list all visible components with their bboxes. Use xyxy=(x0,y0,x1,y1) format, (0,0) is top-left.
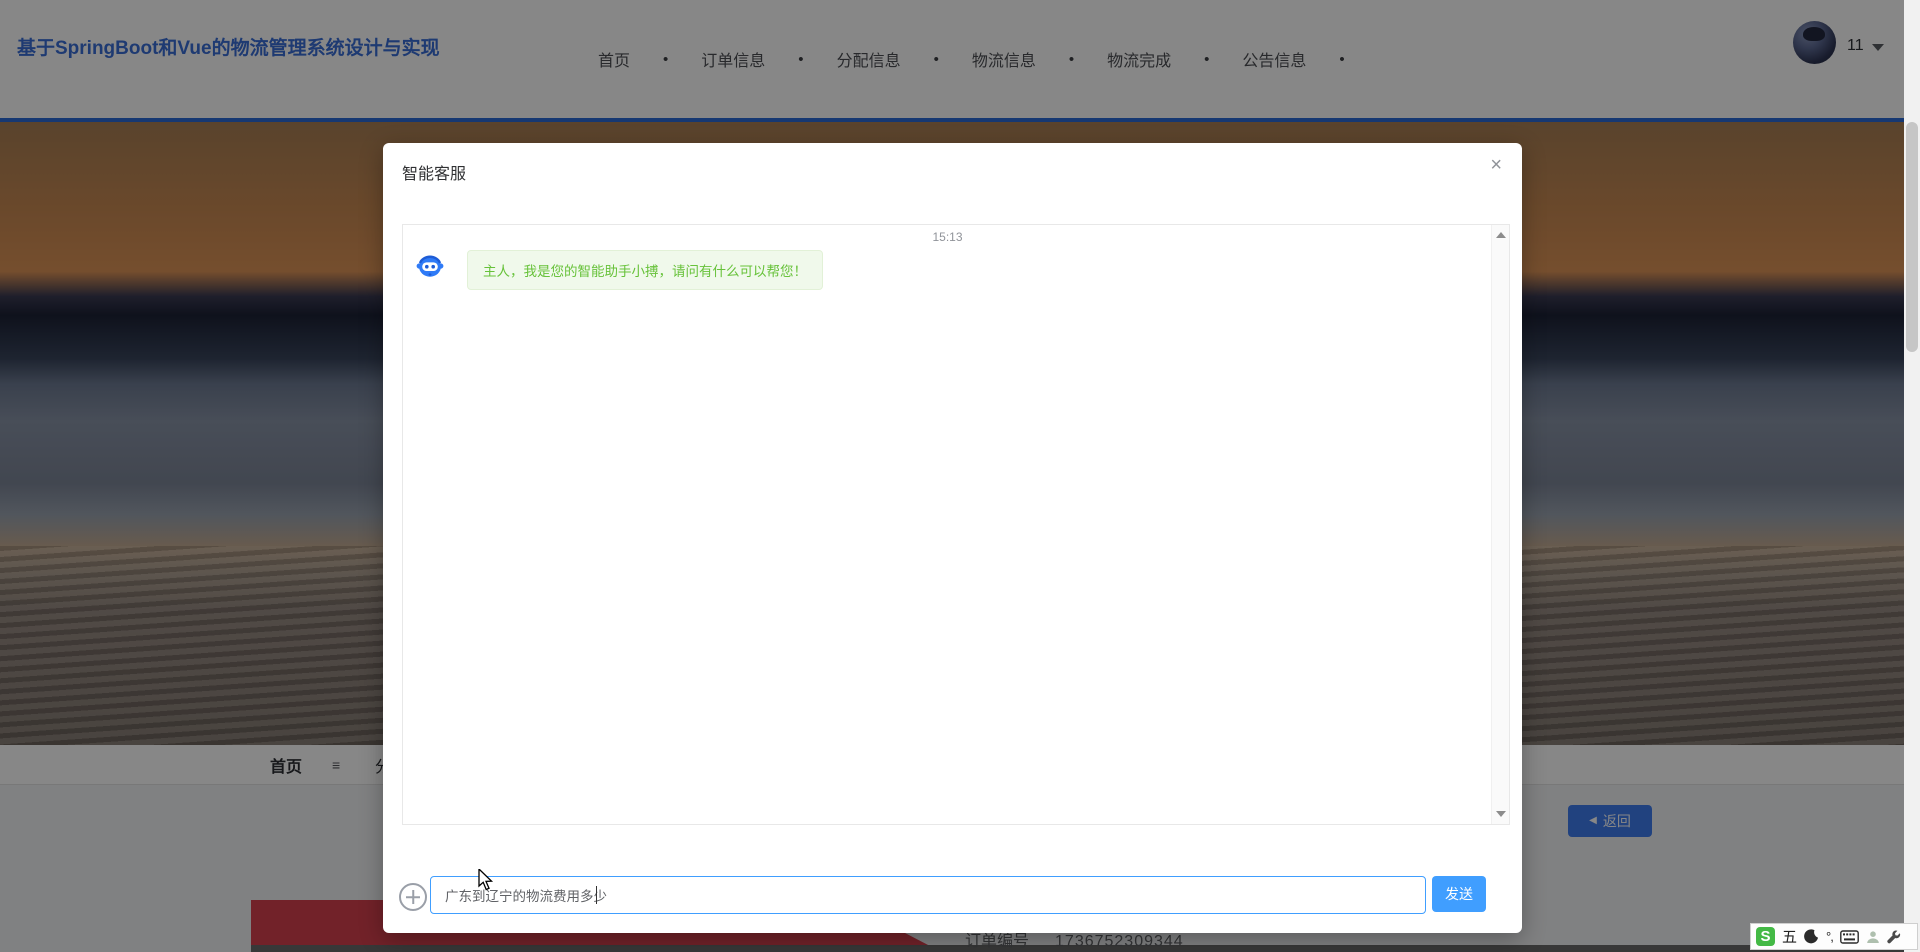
send-button[interactable]: 发送 xyxy=(1432,876,1486,912)
page-scrollbar[interactable] xyxy=(1904,0,1920,952)
chat-modal: 智能客服 × 15:13 主人，我是您的智能助手小 xyxy=(383,143,1522,933)
chat-panel: 15:13 主人，我是您的智能助手小搏，请问有什么可以帮您！ xyxy=(402,224,1510,825)
moon-icon[interactable] xyxy=(1804,929,1819,944)
app-root: 基于SpringBoot和Vue的物流管理系统设计与实现 首页 • 订单信息 •… xyxy=(0,0,1920,952)
ime-logo-icon[interactable]: S xyxy=(1756,927,1775,946)
ime-punctuation-label[interactable]: °, xyxy=(1826,929,1833,944)
scroll-up-arrow-icon[interactable] xyxy=(1496,232,1506,238)
robot-avatar-icon xyxy=(416,252,444,280)
bot-message-bubble: 主人，我是您的智能助手小搏，请问有什么可以帮您！ xyxy=(467,250,823,290)
close-icon[interactable]: × xyxy=(1490,155,1502,175)
chat-input[interactable] xyxy=(430,876,1426,914)
page-scrollbar-thumb[interactable] xyxy=(1906,122,1918,352)
chat-scrollbar[interactable] xyxy=(1491,225,1509,824)
scroll-down-arrow-icon[interactable] xyxy=(1496,811,1506,817)
wrench-icon[interactable] xyxy=(1887,930,1901,944)
chat-message-row: 主人，我是您的智能助手小搏，请问有什么可以帮您！ xyxy=(416,250,823,290)
add-attachment-icon[interactable] xyxy=(399,883,427,911)
keyboard-icon[interactable] xyxy=(1840,930,1859,944)
text-caret xyxy=(596,886,597,904)
chat-timestamp: 15:13 xyxy=(403,230,1492,244)
ime-mode-label[interactable]: 五 xyxy=(1782,926,1797,947)
user-icon[interactable] xyxy=(1866,930,1880,944)
ime-taskbar: S 五 °, xyxy=(1750,923,1918,950)
modal-title: 智能客服 xyxy=(402,160,466,184)
